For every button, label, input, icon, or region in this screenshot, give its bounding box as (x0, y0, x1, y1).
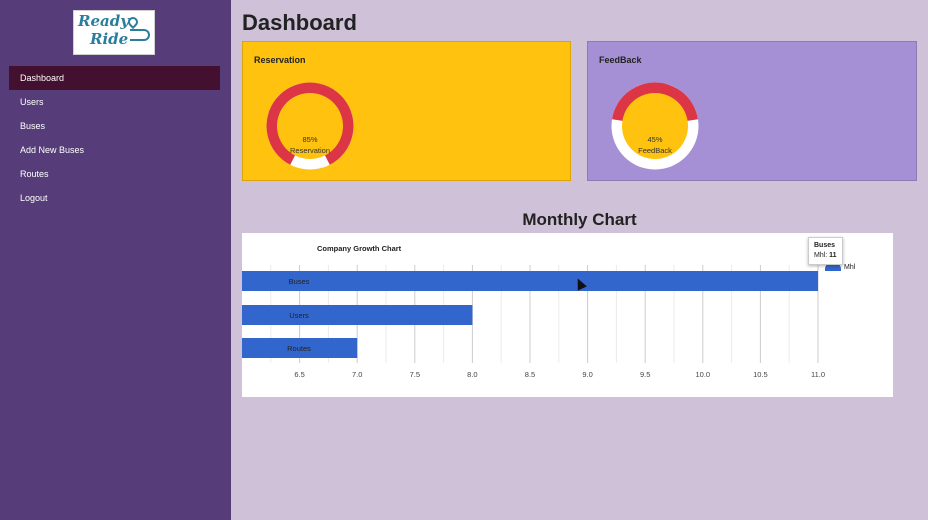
route-icon (130, 29, 150, 41)
page-title: Dashboard (242, 10, 357, 35)
category-label: Buses (289, 277, 310, 286)
feedback-donut-label: FeedBack (638, 146, 672, 155)
reservation-donut-label: Reservation (289, 146, 331, 155)
x-tick-label: 7.5 (410, 370, 420, 379)
bar-chart-svg: Buses Users Routes 6.5 7.0 7.5 8.0 8.5 9.0 9.5 10.… (242, 265, 825, 379)
x-tick-label: 8.0 (467, 370, 477, 379)
bar-users (242, 305, 473, 325)
tooltip-series: Mhl (814, 252, 826, 259)
legend-label-mhl: Mhl (844, 264, 856, 271)
x-tick-label: 9.5 (640, 370, 650, 379)
sidebar-nav: Dashboard Users Buses Add New Buses Rout… (9, 66, 220, 210)
sidebar-item-dashboard[interactable]: Dashboard (9, 66, 220, 90)
chart-tooltip: Buses Mhl: 11 (808, 237, 843, 265)
tooltip-value-row: Mhl: 11 (814, 252, 837, 259)
x-tick-label: 10.5 (753, 370, 768, 379)
sidebar-item-users[interactable]: Users (9, 90, 220, 114)
feedback-card-title: FeedBack (599, 55, 642, 65)
sidebar-item-add-new-buses[interactable]: Add New Buses (9, 138, 220, 162)
bar-buses (242, 271, 818, 291)
tooltip-value: 11 (829, 252, 837, 259)
x-tick-label: 11.0 (811, 370, 825, 379)
feedback-donut: 45% FeedBack (611, 82, 699, 170)
feedback-card: FeedBack 45% FeedBack (587, 41, 917, 181)
monthly-chart-title: Monthly Chart (522, 210, 637, 229)
x-tick-label: 7.0 (352, 370, 362, 379)
ready-ride-logo[interactable]: Ready Ride (73, 10, 155, 55)
sidebar: Ready Ride Dashboard Users Buses Add New… (0, 0, 231, 520)
feedback-percent: 45% (647, 135, 663, 144)
sidebar-item-routes[interactable]: Routes (9, 162, 220, 186)
x-tick-label: 8.5 (525, 370, 535, 379)
x-tick-label: 10.0 (695, 370, 710, 379)
sidebar-item-logout[interactable]: Logout (9, 186, 220, 210)
category-label: Routes (287, 344, 311, 353)
chart-title: Company Growth Chart (317, 244, 402, 253)
tooltip-title: Buses (814, 242, 836, 249)
category-label: Users (289, 311, 309, 320)
reservation-card: Reservation 85% Reservation (242, 41, 571, 181)
logo-text-ride: Ride (90, 30, 129, 48)
x-tick-label: 6.5 (294, 370, 304, 379)
logo-text-ready: Ready (78, 12, 129, 30)
reservation-percent: 85% (302, 135, 318, 144)
x-tick-label: 9.0 (582, 370, 592, 379)
reservation-card-title: Reservation (254, 55, 306, 65)
sidebar-item-buses[interactable]: Buses (9, 114, 220, 138)
reservation-donut: 85% Reservation (266, 82, 354, 170)
company-growth-chart: Buses Users Routes 6.5 7.0 7.5 8.0 8.5 9.0 9.5 10.… (242, 233, 893, 397)
